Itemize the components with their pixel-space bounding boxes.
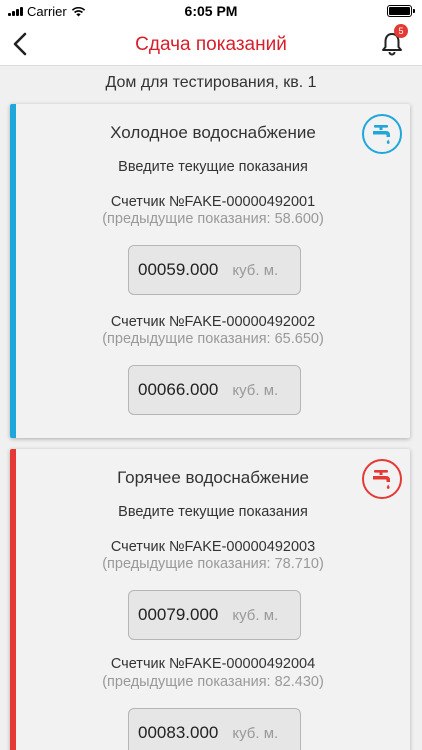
- meter-unit: куб. м.: [232, 261, 279, 279]
- card-stripe: [10, 104, 16, 438]
- status-time: 6:05 PM: [184, 3, 238, 19]
- card-hint: Введите текущие показания: [118, 159, 308, 175]
- meter-reading-input[interactable]: 00066.000 куб. м.: [128, 365, 301, 415]
- card-stripe: [10, 449, 16, 750]
- meter-unit: куб. м.: [232, 724, 279, 742]
- meter-reading-value: 00066.000: [138, 380, 219, 399]
- card-hint: Введите текущие показания: [118, 504, 308, 520]
- card-title: Горячее водоснабжение: [117, 468, 309, 487]
- address-label: Дом для тестирования, кв. 1: [105, 74, 317, 91]
- meter-reading-value: 00083.000: [138, 723, 219, 742]
- meter-reading-value: 00079.000: [138, 605, 219, 624]
- hot-water-card: Горячее водоснабжение Введите текущие по…: [10, 449, 410, 750]
- meter-name: Счетчик №FAKE-00000492002: [110, 314, 316, 330]
- meter-unit: куб. м.: [232, 381, 279, 399]
- card-title: Холодное водоснабжение: [110, 123, 316, 142]
- notification-badge: 5: [394, 24, 408, 38]
- nav-bar: Сдача показаний 5: [0, 22, 422, 66]
- battery-icon: [387, 5, 415, 17]
- page-title: Сдача показаний: [135, 34, 287, 55]
- meter-reading-value: 00059.000: [138, 260, 219, 279]
- meter-previous: (предыдущие показания: 82.430): [102, 674, 324, 690]
- meter-name: Счетчик №FAKE-00000492004: [110, 656, 316, 672]
- meter-reading-input[interactable]: 00083.000 куб. м.: [128, 708, 301, 750]
- meter-reading-input[interactable]: 00079.000 куб. м.: [128, 590, 301, 640]
- meter-previous: (предыдущие показания: 58.600): [102, 211, 324, 227]
- meter-reading-input[interactable]: 00059.000 куб. м.: [128, 245, 301, 295]
- meter-previous: (предыдущие показания: 78.710): [102, 556, 324, 572]
- meter-name: Счетчик №FAKE-00000492001: [110, 194, 316, 210]
- cold-water-card: Холодное водоснабжение Введите текущие п…: [10, 104, 410, 438]
- status-bar: Carrier 6:05 PM: [0, 0, 422, 22]
- meter-name: Счетчик №FAKE-00000492003: [110, 539, 316, 555]
- meter-unit: куб. м.: [232, 606, 279, 624]
- meter-previous: (предыдущие показания: 65.650): [102, 331, 324, 347]
